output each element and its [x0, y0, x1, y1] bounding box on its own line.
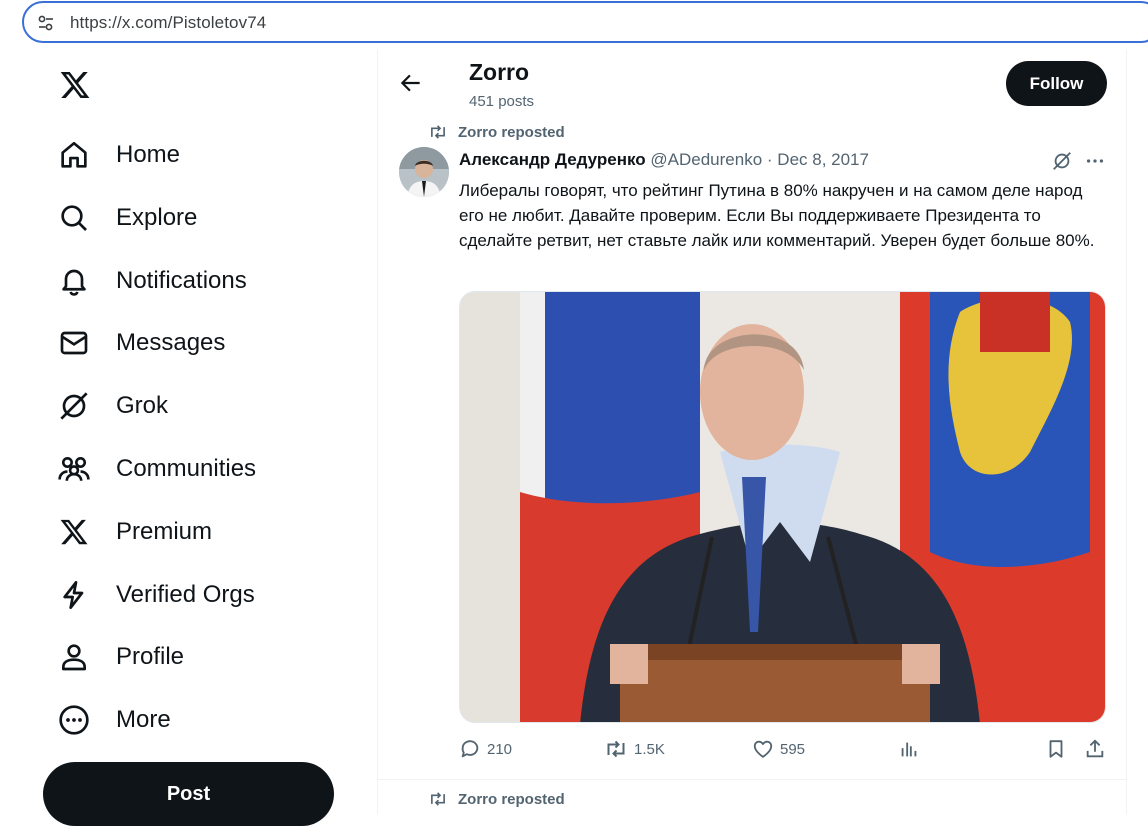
repost-icon — [607, 740, 625, 758]
address-bar[interactable]: https://x.com/Pistoletov74 — [22, 1, 1148, 43]
sidebar-item-premium[interactable]: Premium — [56, 507, 212, 557]
reply-icon — [461, 740, 479, 758]
grok-icon[interactable] — [1051, 150, 1073, 172]
bookmark-icon — [1049, 740, 1063, 758]
sidebar-item-grok[interactable]: Grok — [56, 381, 168, 431]
back-arrow-icon[interactable] — [398, 70, 424, 96]
share-button[interactable] — [1084, 738, 1106, 760]
author-handle[interactable]: @ADedurenko — [650, 150, 762, 169]
sidebar-item-explore[interactable]: Explore — [56, 193, 197, 243]
search-icon — [56, 200, 92, 236]
sidebar-item-label: More — [116, 706, 171, 733]
repost-label: Zorro reposted — [458, 123, 565, 141]
sidebar-item-label: Notifications — [116, 267, 247, 294]
sidebar-nav: Home Explore Notifications Messages Grok… — [0, 50, 378, 826]
url-text[interactable]: https://x.com/Pistoletov74 — [70, 13, 266, 33]
tweet-text: Либералы говорят, что рейтинг Путина в 8… — [459, 181, 1095, 250]
x-logo-icon[interactable] — [58, 69, 92, 101]
like-button[interactable]: 595 — [752, 738, 805, 760]
more-circle-icon — [56, 702, 92, 738]
sidebar-item-notifications[interactable]: Notifications — [56, 256, 247, 306]
heart-icon — [753, 740, 773, 758]
page-title: Zorro — [469, 59, 530, 85]
bookmark-button[interactable] — [1045, 738, 1067, 760]
sidebar-item-label: Profile — [116, 643, 185, 670]
follow-button[interactable]: Follow — [1006, 61, 1107, 106]
reply-count: 210 — [487, 740, 513, 758]
tweet-image[interactable] — [459, 291, 1106, 723]
lightning-icon — [56, 577, 92, 613]
sidebar-item-verified-orgs[interactable]: Verified Orgs — [56, 570, 255, 620]
bell-icon — [56, 263, 92, 299]
post-count: 451 posts — [469, 93, 535, 110]
sidebar-item-communities[interactable]: Communities — [56, 444, 256, 494]
repost-icon — [431, 792, 445, 806]
sidebar-item-home[interactable]: Home — [56, 130, 180, 180]
more-options-icon[interactable] — [1084, 150, 1106, 172]
sidebar-item-label: Grok — [116, 392, 169, 419]
people-icon — [56, 451, 92, 487]
person-icon — [56, 639, 92, 675]
sidebar-item-label: Verified Orgs — [116, 581, 255, 608]
browser-toolbar: https://x.com/Pistoletov74 — [0, 0, 1148, 50]
grok-icon — [56, 388, 92, 424]
envelope-icon — [56, 325, 92, 361]
repost-button[interactable]: 1.5K — [604, 738, 665, 760]
sidebar-item-label: Premium — [116, 518, 213, 545]
sidebar-item-profile[interactable]: Profile — [56, 632, 184, 682]
sidebar-item-more[interactable]: More — [56, 695, 171, 745]
repost-count: 1.5K — [634, 740, 665, 758]
author-name[interactable]: Александр Дедуренко — [459, 150, 646, 169]
x-icon — [56, 514, 92, 550]
main-column: Zorro 451 posts Follow Zorro reposted Ал… — [377, 50, 1127, 814]
repost-label: Zorro reposted — [458, 790, 565, 808]
sidebar-item-label: Messages — [116, 329, 226, 356]
reply-button[interactable]: 210 — [459, 738, 512, 760]
separator-dot: · — [766, 150, 773, 169]
like-count: 595 — [780, 740, 806, 758]
tweet-divider — [378, 779, 1127, 780]
repost-indicator[interactable]: Zorro reposted — [428, 123, 565, 141]
avatar[interactable] — [399, 147, 449, 197]
repost-icon — [431, 125, 445, 139]
sidebar-item-label: Explore — [116, 204, 198, 231]
sidebar-item-messages[interactable]: Messages — [56, 318, 225, 368]
views-chart-icon — [901, 742, 917, 757]
share-icon — [1086, 739, 1104, 758]
site-settings-icon[interactable] — [36, 13, 56, 33]
sidebar-item-label: Home — [116, 141, 181, 168]
post-button[interactable]: Post — [43, 762, 334, 826]
views-button[interactable] — [898, 738, 920, 760]
repost-indicator[interactable]: Zorro reposted — [428, 790, 565, 808]
home-icon — [56, 137, 92, 173]
tweet-header: Александр Дедуренко @ADedurenko · Dec 8,… — [459, 150, 869, 170]
sidebar-item-label: Communities — [116, 455, 257, 482]
tweet-date[interactable]: Dec 8, 2017 — [777, 150, 869, 169]
